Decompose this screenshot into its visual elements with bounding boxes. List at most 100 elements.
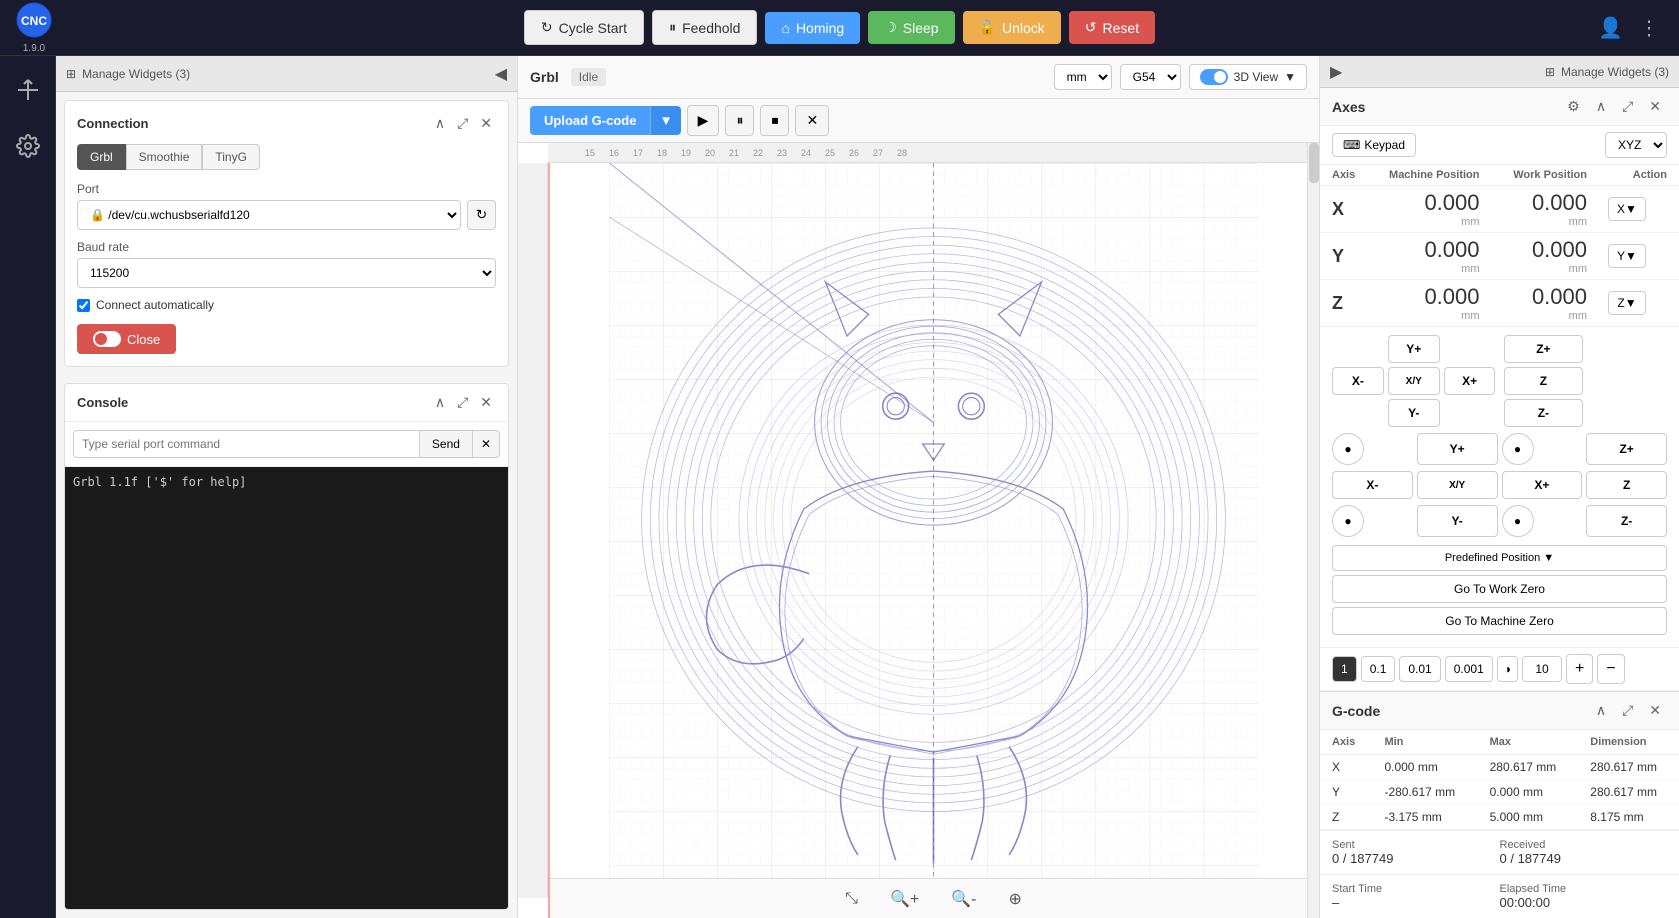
z-action-button[interactable]: Z▼ [1608, 291, 1645, 315]
jog-z[interactable]: Z [1586, 471, 1667, 499]
jog-xy[interactable]: X/Y [1417, 471, 1498, 499]
y-plus-button[interactable]: Y+ [1388, 335, 1440, 363]
collapse-panel-button[interactable]: ◀ [495, 64, 507, 84]
step-plus-button[interactable]: + [1566, 654, 1593, 684]
step-001-button[interactable]: 0.01 [1399, 656, 1440, 682]
gcode-close-btn[interactable]: ✕ [1643, 700, 1667, 721]
jog-x-minus[interactable]: X- [1332, 471, 1413, 499]
axes-settings-btn[interactable]: ⚙ [1561, 96, 1586, 117]
step-1-button[interactable]: 1 [1332, 656, 1357, 682]
feed-input[interactable] [1522, 656, 1562, 682]
console-input[interactable] [73, 430, 420, 458]
jog-z-minus[interactable]: Z- [1586, 505, 1667, 537]
sidebar-settings-icon[interactable] [10, 128, 46, 164]
jog-x-plus[interactable]: X+ [1502, 471, 1583, 499]
scrollbar-thumb[interactable] [1309, 143, 1319, 183]
vertical-scrollbar[interactable] [1307, 143, 1319, 918]
upload-gcode-button[interactable]: Upload G-code [530, 106, 650, 135]
reset-view-button[interactable]: ⊕ [1000, 885, 1029, 913]
left-panel: ⊞ Manage Widgets (3) ◀ Connection ∧ ⤢ ✕ … [56, 56, 518, 918]
xyz-select[interactable]: XYZ [1605, 132, 1667, 158]
go-to-machine-zero-button[interactable]: Go To Machine Zero [1332, 607, 1667, 635]
port-refresh-button[interactable]: ↻ [467, 200, 496, 230]
right-panel: ▶ ⊞ Manage Widgets (3) Axes ⚙ ∧ ⤢ ✕ ⌨ [1319, 56, 1679, 918]
jog-icon-btn-6[interactable]: ● [1502, 505, 1534, 537]
connection-close-button[interactable]: Close [77, 324, 176, 354]
step-01-button[interactable]: 0.1 [1361, 656, 1396, 682]
auto-connect-checkbox[interactable] [77, 299, 90, 312]
connection-expand-btn[interactable]: ⤢ [453, 113, 472, 134]
viz-content[interactable]: G-code: github.gcode [548, 163, 1319, 898]
xy-button[interactable]: X/Y [1388, 367, 1440, 395]
axis-row-z: Z 0.000 mm 0.000 mm Z▼ [1320, 280, 1679, 327]
view-toggle[interactable]: 3D View ▼ [1189, 64, 1307, 90]
gcode-row-y: Y -280.617 mm 0.000 mm 280.617 mm [1320, 780, 1679, 805]
z-minus-button[interactable]: Z- [1504, 399, 1584, 427]
console-clear-button[interactable]: ✕ [473, 430, 500, 458]
keypad-button[interactable]: ⌨ Keypad [1332, 133, 1416, 157]
jog-icon-btn-4[interactable]: Z+ [1586, 433, 1667, 465]
step-0001-button[interactable]: 0.001 [1445, 656, 1493, 682]
x-plus-button[interactable]: X+ [1444, 367, 1496, 395]
right-manage-widgets-button[interactable]: ⊞ Manage Widgets (3) [1545, 65, 1669, 79]
axes-title: Axes [1332, 99, 1365, 115]
tab-grbl[interactable]: Grbl [77, 144, 126, 170]
stop-button[interactable]: ⏹ [760, 105, 789, 136]
unit-select[interactable]: mm [1054, 64, 1112, 90]
go-to-work-zero-button[interactable]: Go To Work Zero [1332, 575, 1667, 603]
x-minus-button[interactable]: X- [1332, 367, 1384, 395]
fit-to-screen-button[interactable]: ⤡ [837, 886, 866, 912]
cycle-start-button[interactable]: ↻ Cycle Start [524, 10, 644, 45]
homing-button[interactable]: ⌂ Homing [765, 12, 860, 44]
gcode-expand-btn[interactable]: ⤢ [1616, 700, 1639, 721]
axes-close-btn[interactable]: ✕ [1643, 96, 1667, 117]
jog-icon-btn-1[interactable]: ● [1332, 433, 1364, 465]
expand-right-button[interactable]: ▶ [1330, 62, 1342, 82]
console-collapse-btn[interactable]: ∧ [431, 392, 449, 413]
upload-dropdown-button[interactable]: ▼ [650, 106, 680, 135]
console-close-btn[interactable]: ✕ [476, 392, 496, 413]
close-gcode-button[interactable]: ✕ [795, 105, 829, 136]
y-minus-button[interactable]: Y- [1388, 399, 1440, 427]
top-toolbar: CNC 1.9.0 ↻ Cycle Start ⏸ Feedhold ⌂ Hom… [0, 0, 1679, 56]
console-expand-btn[interactable]: ⤢ [453, 392, 472, 413]
unlock-button[interactable]: 🔓 Unlock [963, 11, 1061, 44]
sleep-button[interactable]: ☽ Sleep [868, 11, 954, 44]
more-icon[interactable]: ⋮ [1639, 15, 1659, 40]
predefined-position-button[interactable]: Predefined Position ▼ [1332, 545, 1667, 571]
z-center-button[interactable]: Z [1504, 367, 1584, 395]
jog-icon-btn-2[interactable]: Y+ [1417, 433, 1498, 465]
axes-collapse-btn[interactable]: ∧ [1590, 96, 1612, 117]
zoom-in-button[interactable]: 🔍+ [882, 885, 927, 913]
reset-icon: ↺ [1085, 19, 1097, 36]
console-send-button[interactable]: Send [420, 430, 473, 458]
feedhold-button[interactable]: ⏸ Feedhold [652, 10, 757, 45]
jog-icon-btn-3[interactable]: ● [1502, 433, 1534, 465]
play-button[interactable]: ▶ [687, 105, 720, 136]
tab-tinyg[interactable]: TinyG [202, 144, 260, 170]
y-action-button[interactable]: Y▼ [1608, 244, 1646, 268]
jog-y-minus[interactable]: Y- [1417, 505, 1498, 537]
step-contrast-button[interactable]: ◑ [1497, 656, 1518, 682]
manage-widgets-button[interactable]: ⊞ Manage Widgets (3) [66, 67, 190, 81]
cycle-start-icon: ↻ [541, 19, 553, 36]
connection-close-btn[interactable]: ✕ [476, 113, 496, 134]
step-minus-button[interactable]: − [1597, 654, 1624, 684]
pause-button[interactable]: ⏸ [725, 105, 754, 136]
3d-toggle-switch [1200, 69, 1228, 85]
axes-expand-btn[interactable]: ⤢ [1616, 96, 1639, 117]
ruler-horizontal: 15 16 17 18 19 20 21 22 23 24 25 26 27 2… [548, 143, 1319, 163]
baud-select[interactable]: 115200 [77, 258, 496, 288]
user-icon[interactable]: 👤 [1598, 15, 1623, 40]
x-action-button[interactable]: X▼ [1608, 197, 1646, 221]
jog-icon-btn-5[interactable]: ● [1332, 505, 1364, 537]
zoom-out-button[interactable]: 🔍- [943, 885, 984, 913]
workspace-select[interactable]: G54 [1120, 64, 1181, 90]
reset-button[interactable]: ↺ Reset [1069, 11, 1155, 44]
tab-smoothie[interactable]: Smoothie [126, 144, 203, 170]
z-plus-button[interactable]: Z+ [1504, 335, 1584, 363]
port-select[interactable]: 🔒 /dev/cu.wchusbserialfd120 [77, 200, 461, 230]
connection-collapse-btn[interactable]: ∧ [431, 113, 449, 134]
sidebar-axes-icon[interactable] [10, 72, 46, 108]
gcode-collapse-btn[interactable]: ∧ [1590, 700, 1612, 721]
